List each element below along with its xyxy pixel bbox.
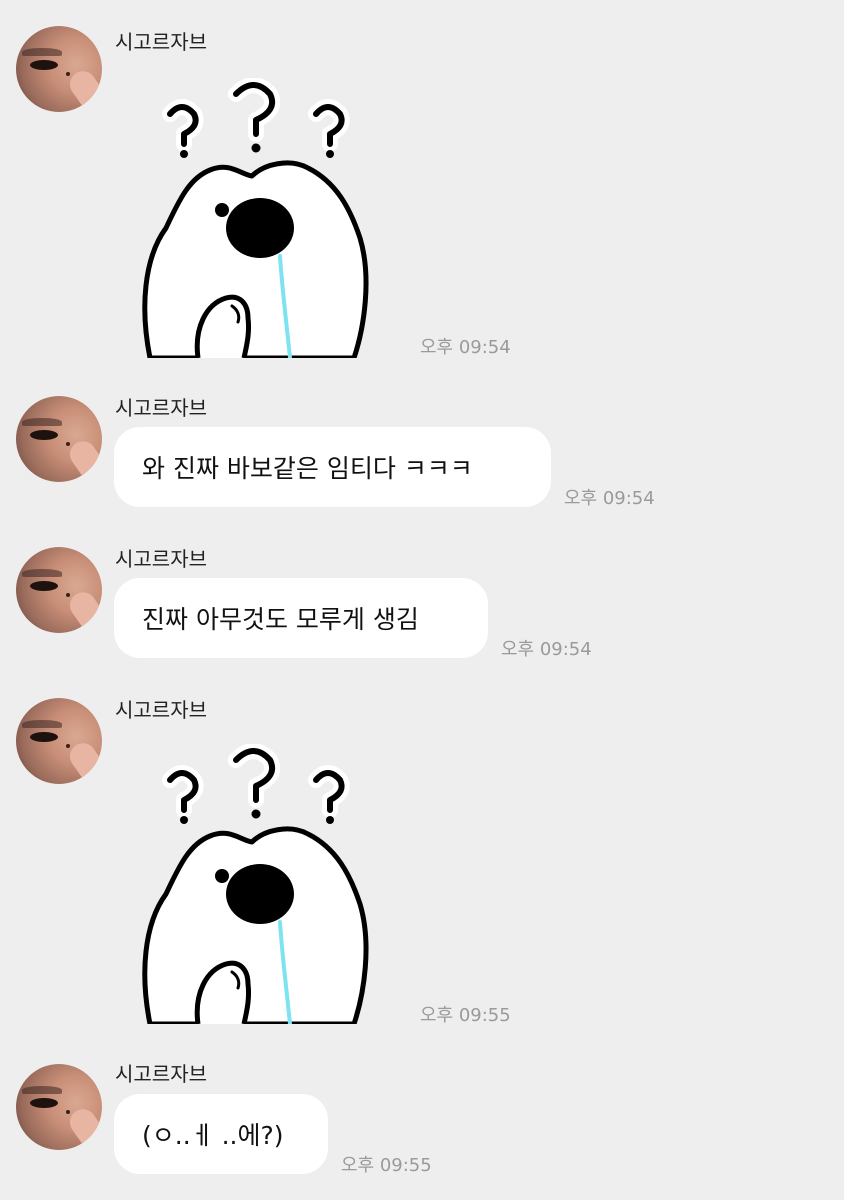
message-time: 오후 09:54 <box>564 488 655 509</box>
message-row: 시고르자브 (ㅇ..ㅔ ..에?) 오후 09:55 <box>0 1048 844 1188</box>
avatar[interactable] <box>16 396 102 482</box>
sender-name: 시고르자브 <box>115 698 207 722</box>
avatar[interactable] <box>16 26 102 112</box>
message-time: 오후 09:54 <box>420 337 511 358</box>
avatar[interactable] <box>16 547 102 633</box>
sender-name: 시고르자브 <box>115 30 207 54</box>
message-bubble[interactable]: 진짜 아무것도 모루게 생김 <box>114 578 488 658</box>
message-row: 시고르자브 진짜 아무것도 모루게 생김 오후 09:54 <box>0 531 844 671</box>
confused-bear-sticker-icon[interactable] <box>140 744 380 1024</box>
message-row: 시고르자브 와 진짜 바보같은 임티다 ㅋㅋㅋ 오후 09:54 <box>0 380 844 520</box>
message-row: 시고르자브 오후 09:54 <box>0 0 844 360</box>
message-bubble[interactable]: (ㅇ..ㅔ ..에?) <box>114 1094 328 1174</box>
sender-name: 시고르자브 <box>115 547 207 571</box>
avatar[interactable] <box>16 1064 102 1150</box>
message-time: 오후 09:55 <box>341 1155 432 1176</box>
message-row: 시고르자브 오후 09:55 <box>0 682 844 1042</box>
message-time: 오후 09:55 <box>420 1005 511 1026</box>
message-bubble[interactable]: 와 진짜 바보같은 임티다 ㅋㅋㅋ <box>114 427 551 507</box>
message-time: 오후 09:54 <box>501 639 592 660</box>
sender-name: 시고르자브 <box>115 1062 207 1086</box>
confused-bear-sticker-icon[interactable] <box>140 78 380 358</box>
avatar[interactable] <box>16 698 102 784</box>
sender-name: 시고르자브 <box>115 396 207 420</box>
